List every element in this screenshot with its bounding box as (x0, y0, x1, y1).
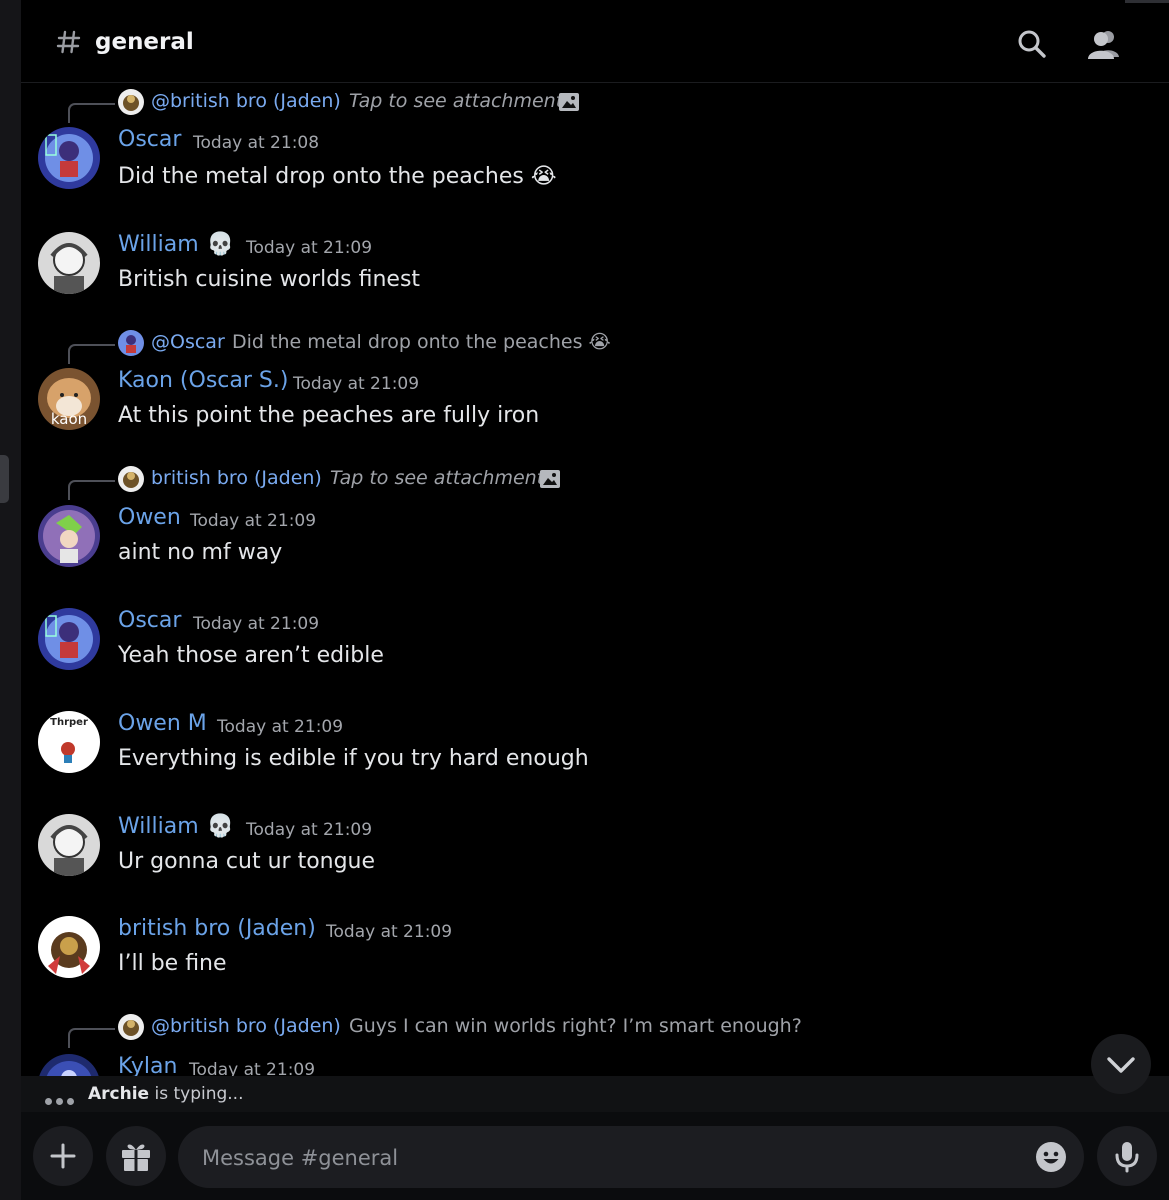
author-name[interactable]: Owen (118, 505, 181, 530)
reply-content: Guys I can win worlds right? I’m smart e… (349, 1015, 802, 1037)
timestamp: Today at 21:09 (246, 820, 373, 840)
reply-connector (68, 103, 115, 123)
typing-user: Archie (88, 1084, 150, 1104)
server-rail (0, 0, 21, 1200)
avatar[interactable]: Thrper (38, 711, 100, 773)
timestamp: Today at 21:09 (293, 374, 420, 394)
skull-emoji: 💀 (206, 232, 235, 257)
message-text: British cuisine worlds finest (118, 267, 421, 292)
avatar[interactable] (38, 608, 100, 670)
emoji-icon[interactable] (1035, 1141, 1067, 1173)
image-icon (559, 93, 579, 111)
timestamp: Today at 21:09 (246, 238, 373, 258)
skull-emoji: 💀 (206, 814, 235, 839)
reply-author: @Oscar (151, 331, 225, 353)
timestamp: Today at 21:09 (189, 1060, 316, 1076)
message-text: Yeah those aren’t edible (118, 643, 384, 668)
message-text: At this point the peaches are fully iron (118, 403, 540, 428)
gift-icon (122, 1144, 150, 1171)
author-name[interactable]: William 💀 (118, 232, 234, 257)
avatar[interactable] (38, 916, 100, 978)
members-icon[interactable] (1086, 28, 1122, 60)
author-name-text: William (118, 814, 199, 839)
author-name[interactable]: british bro (Jaden) (118, 916, 316, 941)
message-text: aint no mf way (118, 540, 283, 565)
avatar[interactable] (38, 814, 100, 876)
reply-content: Tap to see attachment (330, 467, 545, 489)
rail-handle[interactable] (0, 455, 9, 503)
timestamp: Today at 21:09 (193, 614, 320, 634)
message-text: I’ll be fine (118, 951, 227, 976)
reply-connector (68, 480, 115, 500)
reply-avatar (118, 330, 144, 356)
image-icon (540, 470, 560, 488)
reply-connector (68, 344, 115, 364)
timestamp: Today at 21:08 (193, 133, 320, 153)
typing-indicator: Archie is typing... (21, 1076, 1169, 1112)
message-text-content: Did the metal drop onto the peaches (118, 164, 524, 189)
microphone-icon (1115, 1142, 1139, 1173)
reply-preview[interactable]: @british bro (Jaden) Tap to see attachme… (21, 87, 1169, 123)
reply-preview[interactable]: @Oscar Did the metal drop onto the peach… (21, 328, 1169, 364)
hash-icon (56, 30, 81, 54)
reply-author: @british bro (Jaden) (151, 1015, 341, 1037)
message-text: Everything is edible if you try hard eno… (118, 746, 589, 771)
gift-button[interactable] (106, 1126, 166, 1186)
author-name[interactable]: Kylan (118, 1054, 177, 1076)
search-icon[interactable] (1016, 28, 1048, 60)
reply-author: british bro (Jaden) (151, 467, 322, 489)
channel-name: general (95, 29, 194, 55)
reply-avatar (118, 1014, 144, 1040)
author-name[interactable]: Kaon (Oscar S.) (118, 368, 288, 393)
timestamp: Today at 21:09 (190, 511, 317, 531)
avatar[interactable]: kaon (38, 368, 100, 430)
avatar-label: kaon (51, 410, 87, 428)
message-text: Ur gonna cut ur tongue (118, 849, 376, 874)
reply-content: Tap to see attachment (349, 90, 564, 112)
author-name[interactable]: Oscar (118, 608, 181, 633)
author-name[interactable]: Owen M (118, 711, 207, 736)
avatar[interactable] (38, 505, 100, 567)
channel-header: general (21, 0, 1169, 83)
reply-preview[interactable]: british bro (Jaden) Tap to see attachmen… (21, 464, 1169, 500)
timestamp: Today at 21:09 (217, 717, 344, 737)
reply-connector (68, 1028, 115, 1048)
timestamp: Today at 21:09 (326, 922, 453, 942)
typing-suffix: is typing... (149, 1084, 244, 1104)
message-list: @british bro (Jaden) Tap to see attachme… (21, 83, 1169, 1076)
reply-author: @british bro (Jaden) (151, 90, 341, 112)
reply-content: Did the metal drop onto the peaches 😭 (232, 331, 611, 353)
message-input[interactable] (200, 1136, 1024, 1180)
scroll-to-bottom-button[interactable] (1091, 1034, 1151, 1094)
avatar[interactable] (38, 127, 100, 189)
voice-message-button[interactable] (1097, 1126, 1157, 1186)
typing-dots-icon (45, 1090, 79, 1105)
add-attachment-button[interactable] (33, 1126, 93, 1186)
avatar[interactable] (38, 1054, 100, 1076)
avatar[interactable] (38, 232, 100, 294)
author-name[interactable]: William 💀 (118, 814, 234, 839)
crying-emoji: 😭 (530, 164, 557, 189)
author-name-text: William (118, 232, 199, 257)
avatar-label: Thrper (50, 717, 88, 728)
reply-preview[interactable]: @british bro (Jaden) Guys I can win worl… (21, 1012, 1169, 1048)
reply-avatar (118, 466, 144, 492)
message-input-wrapper (178, 1126, 1084, 1188)
author-name[interactable]: Oscar (118, 127, 181, 152)
typing-text: Archie is typing... (88, 1084, 243, 1104)
message-composer (21, 1112, 1169, 1200)
reply-avatar (118, 89, 144, 115)
chevron-down-icon (1107, 1057, 1135, 1073)
message-text: Did the metal drop onto the peaches 😭 (118, 164, 557, 189)
plus-icon (50, 1143, 76, 1169)
